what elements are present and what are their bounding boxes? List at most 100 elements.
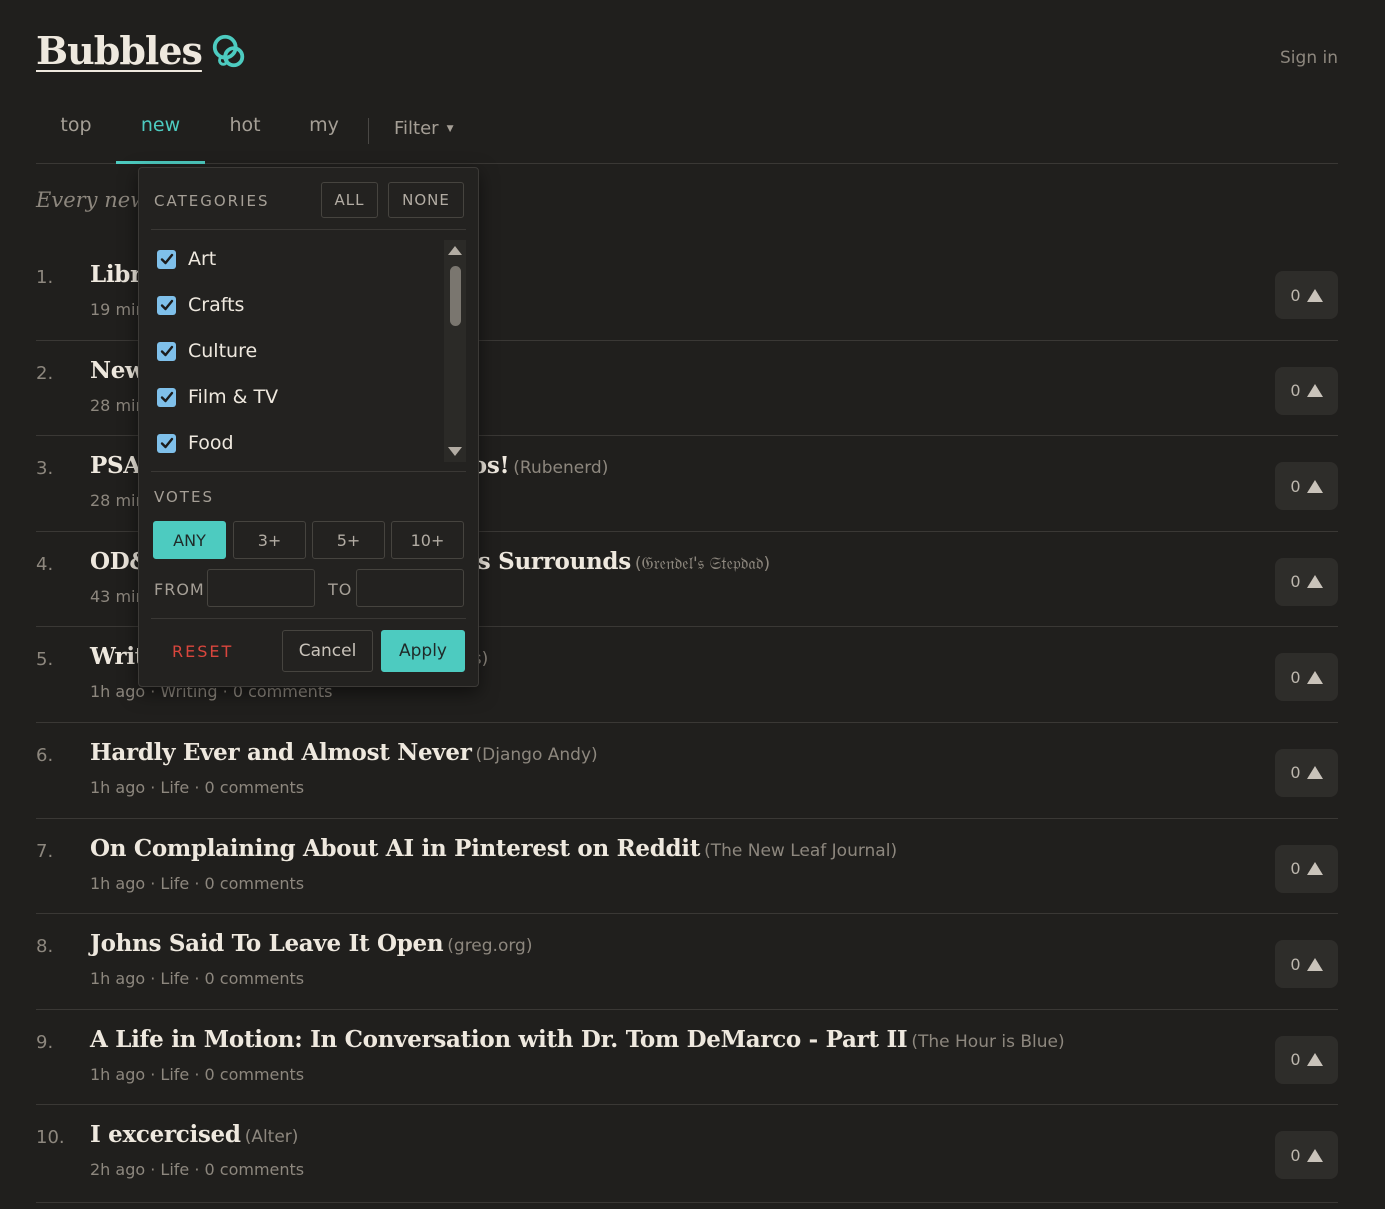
votes-3plus-button[interactable]: 3+	[233, 521, 306, 559]
scroll-up-arrow-icon[interactable]	[448, 246, 462, 255]
post-source: (greg.org)	[447, 936, 533, 957]
checkbox-checked-icon[interactable]	[157, 387, 176, 407]
category-item[interactable]: Art	[157, 248, 216, 270]
cancel-button[interactable]: Cancel	[282, 630, 373, 672]
post-source: (Django Andy)	[475, 744, 598, 765]
upvote-button[interactable]: 0	[1275, 1131, 1338, 1180]
post-rank: 5.	[36, 649, 54, 671]
checkbox-checked-icon[interactable]	[157, 433, 176, 453]
category-label: Film & TV	[188, 386, 279, 408]
upvote-button[interactable]: 0	[1275, 940, 1338, 989]
post-row: 6. Hardly Ever and Almost Never (Django An…	[36, 723, 1338, 819]
to-input[interactable]	[356, 569, 464, 607]
post-rank: 2.	[36, 362, 54, 384]
upvote-button[interactable]: 0	[1275, 844, 1338, 893]
from-input[interactable]	[207, 569, 315, 607]
upvote-arrow-icon	[1306, 1148, 1323, 1162]
category-item[interactable]: Culture	[157, 340, 257, 362]
post-meta: 1h ago · Life · 0 comments	[90, 1064, 305, 1084]
category-label: Crafts	[188, 294, 245, 316]
upvote-button[interactable]: 0	[1275, 366, 1338, 415]
category-label: Food	[188, 432, 234, 454]
upvote-arrow-icon	[1306, 862, 1323, 876]
scroll-down-arrow-icon[interactable]	[448, 447, 462, 456]
post-title-line: Johns Said To Leave It Open (greg.org)	[90, 930, 532, 957]
upvote-button[interactable]: 0	[1275, 557, 1338, 606]
filter-button[interactable]: Filter ▼	[394, 118, 454, 139]
category-scrollbar[interactable]	[444, 240, 466, 462]
vote-count: 0	[1290, 667, 1301, 687]
vote-count: 0	[1290, 763, 1301, 783]
category-item[interactable]: Film & TV	[157, 386, 278, 408]
post-source: (Rubenerd)	[513, 458, 609, 479]
logo[interactable]: Bubbles	[36, 28, 248, 73]
caret-down-icon: ▼	[446, 124, 454, 134]
post-rank: 4.	[36, 553, 54, 575]
post-source: (The Hour is Blue)	[911, 1031, 1065, 1052]
vote-count: 0	[1290, 859, 1301, 879]
divider	[151, 618, 466, 619]
categories-label: CATEGORIES	[154, 192, 270, 210]
post-rank: 9.	[36, 1031, 54, 1053]
post-title-link[interactable]: Hardly Ever and Almost Never	[90, 739, 472, 766]
post-title-line: A Life in Motion: In Conversation with D…	[90, 1026, 1065, 1053]
post-rank: 7.	[36, 840, 54, 862]
vote-count: 0	[1290, 285, 1301, 305]
upvote-arrow-icon	[1306, 670, 1323, 684]
post-title-link[interactable]: A Life in Motion: In Conversation with D…	[90, 1026, 908, 1053]
category-item[interactable]: Crafts	[157, 294, 244, 316]
tab-hot[interactable]: hot	[205, 114, 285, 164]
votes-any-button[interactable]: ANY	[153, 521, 226, 559]
post-title-link[interactable]: New	[90, 357, 145, 384]
tab-new[interactable]: new	[116, 114, 205, 164]
reset-button[interactable]: RESET	[172, 642, 233, 661]
upvote-button[interactable]: 0	[1275, 271, 1338, 319]
scroll-thumb[interactable]	[450, 266, 461, 326]
votes-10plus-button[interactable]: 10+	[391, 521, 464, 559]
tab-divider	[368, 118, 369, 144]
post-title-link[interactable]: Johns Said To Leave It Open	[90, 930, 444, 957]
select-none-button[interactable]: NONE	[388, 182, 464, 218]
post-meta: 1h ago · Life · 0 comments	[90, 777, 305, 797]
post-title-line: I excercised (Alter)	[90, 1121, 298, 1148]
sign-in-link[interactable]: Sign in	[1280, 48, 1338, 68]
checkbox-checked-icon[interactable]	[157, 341, 176, 361]
post-rank: 1.	[36, 267, 54, 288]
upvote-arrow-icon	[1306, 575, 1323, 589]
post-title-link[interactable]: On Complaining About AI in Pinterest on …	[90, 835, 700, 862]
from-label: FROM	[154, 580, 205, 599]
upvote-arrow-icon	[1306, 288, 1323, 302]
post-rank: 10.	[36, 1127, 65, 1149]
checkbox-checked-icon[interactable]	[157, 249, 176, 269]
category-label: Art	[188, 248, 217, 270]
post-source: (𝔊𝔯𝔢𝔫𝔡𝔢𝔩'𝔰 𝔖𝔱𝔢𝔭𝔡𝔞𝔡)	[634, 553, 771, 574]
upvote-arrow-icon	[1306, 1053, 1323, 1067]
tab-my[interactable]: my	[285, 114, 363, 164]
select-all-button[interactable]: ALL	[321, 182, 378, 218]
filter-label: Filter	[394, 118, 439, 139]
upvote-button[interactable]: 0	[1275, 462, 1338, 511]
post-title-link[interactable]: I excercised	[90, 1121, 241, 1148]
bubbles-logo-icon	[212, 34, 245, 67]
votes-5plus-button[interactable]: 5+	[312, 521, 385, 559]
apply-button[interactable]: Apply	[381, 630, 465, 672]
upvote-arrow-icon	[1306, 384, 1323, 398]
post-meta: 2h ago · Life · 0 comments	[90, 1160, 305, 1180]
post-meta: 1h ago · Life · 0 comments	[90, 873, 305, 893]
post-row: 10. I excercised (Alter) 2h ago · Life · 0 …	[36, 1105, 1338, 1204]
tab-top[interactable]: top	[36, 114, 116, 164]
vote-count: 0	[1290, 381, 1301, 401]
vote-count: 0	[1290, 476, 1301, 496]
category-list: Art Crafts Culture Film & TV Food	[139, 238, 469, 464]
upvote-arrow-icon	[1306, 766, 1323, 780]
upvote-button[interactable]: 0	[1275, 1035, 1338, 1084]
category-item[interactable]: Food	[157, 432, 234, 454]
vote-count: 0	[1290, 572, 1301, 592]
upvote-button[interactable]: 0	[1275, 653, 1338, 702]
filter-dropdown: CATEGORIES ALL NONE Art Crafts Culture Film…	[138, 167, 479, 687]
logo-text[interactable]: Bubbles	[36, 28, 203, 73]
divider	[151, 471, 466, 472]
upvote-button[interactable]: 0	[1275, 748, 1338, 797]
checkbox-checked-icon[interactable]	[157, 295, 176, 315]
feed-tabs: top new hot my Filter ▼	[36, 104, 1338, 164]
